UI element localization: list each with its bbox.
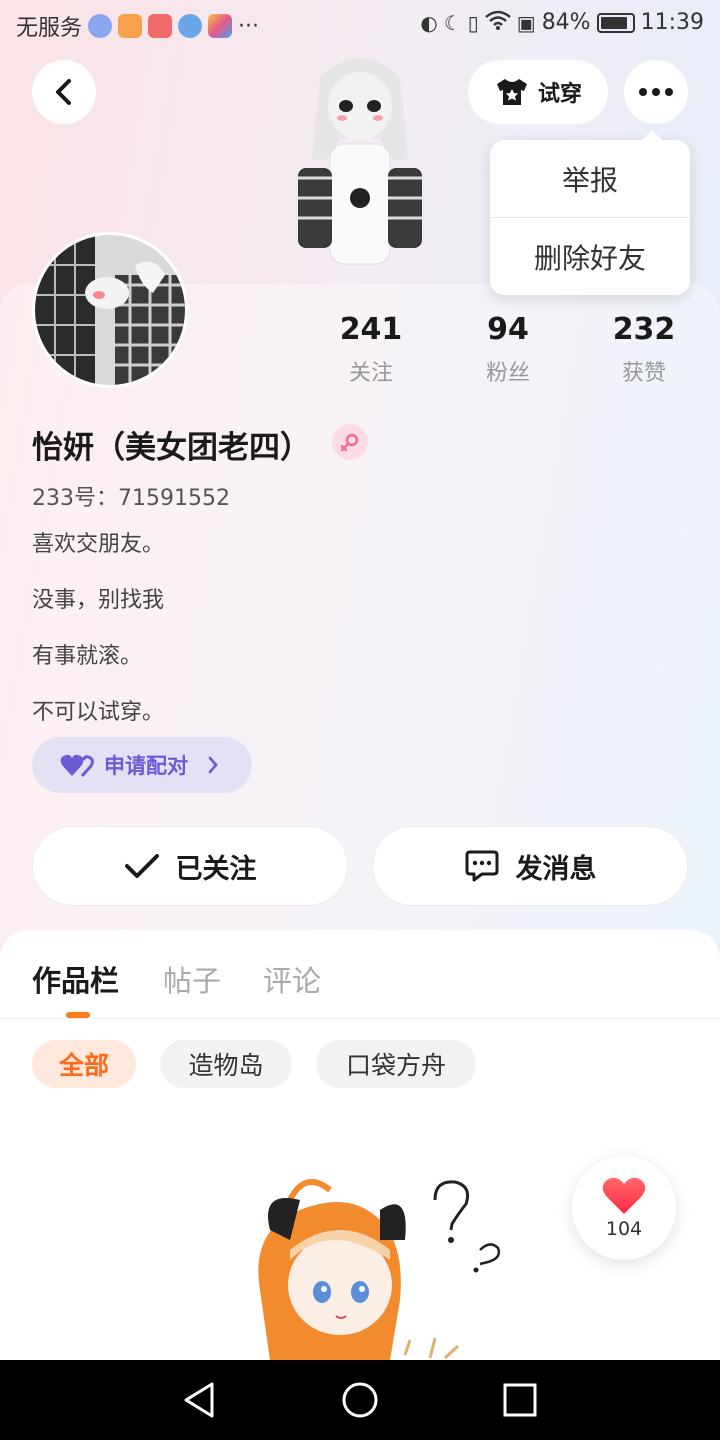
battery-icon [596, 12, 635, 33]
tshirt-icon [496, 79, 527, 105]
menu-item-report[interactable]: 举报 [490, 140, 690, 217]
followers-label: 粉丝 [485, 361, 530, 386]
female-gender-icon [332, 424, 368, 460]
sim-alert-icon: ▣ [516, 10, 536, 35]
empty-state-illustration [258, 1179, 501, 1360]
following-label: 关注 [348, 361, 393, 386]
clock: 11:39 [640, 10, 704, 35]
heart-icon [602, 1177, 646, 1214]
request-pair-button[interactable]: 申请配对 [32, 737, 252, 793]
filter-pocket-ark[interactable]: 口袋方舟 [316, 1040, 476, 1088]
gallery-app-icon [208, 14, 233, 38]
browser-app-icon [178, 14, 203, 38]
tab-works[interactable]: 作品栏 [32, 958, 119, 1000]
request-pair-label: 申请配对 [104, 754, 188, 778]
avatar[interactable] [32, 232, 188, 388]
avatar-image [35, 235, 185, 385]
carrier-text: 无服务 [16, 16, 83, 41]
chevron-right-icon [208, 756, 218, 774]
bio-line: 喜欢交朋友。 [32, 532, 165, 557]
more-notifications-icon: ··· [238, 13, 259, 39]
vibrate-icon: ▯ [467, 10, 479, 35]
filter-creation-island[interactable]: 造物岛 [160, 1040, 292, 1088]
followers-stat[interactable]: 94 粉丝 [448, 312, 568, 387]
music-app-icon [88, 14, 113, 38]
moon-icon: ☾ [443, 10, 462, 35]
like-count: 104 [605, 1218, 643, 1240]
try-on-button[interactable]: 试穿 [468, 60, 608, 124]
bio-line: 有事就滚。 [32, 644, 143, 669]
tab-divider [0, 1018, 720, 1019]
tab-comments[interactable]: 评论 [263, 958, 321, 1000]
back-button[interactable] [32, 60, 96, 124]
profile-name: 怡妍（美女团老四） [32, 430, 311, 466]
chevron-left-icon [56, 79, 71, 105]
filter-all[interactable]: 全部 [32, 1040, 136, 1088]
battery-percent: 84% [541, 10, 591, 35]
tab-posts[interactable]: 帖子 [163, 958, 221, 1000]
nav-back-icon[interactable] [180, 1380, 220, 1420]
likes-label: 获赞 [621, 361, 666, 386]
double-heart-icon [60, 754, 94, 778]
nav-recents-icon[interactable] [500, 1380, 540, 1420]
more-options-button[interactable] [624, 60, 688, 124]
data-saver-icon: ◐ [420, 10, 438, 35]
send-message-button[interactable]: 发消息 [372, 826, 688, 906]
menu-item-delete-friend[interactable]: 删除好友 [490, 218, 690, 295]
checkmark-icon [124, 854, 159, 878]
status-bar: 无服务 ··· ◐ ☾ ▯ ▣ 84% 11:39 [0, 0, 720, 50]
more-options-menu: 举报 删除好友 [490, 130, 690, 295]
followers-count: 94 [487, 312, 529, 347]
video-app-icon [118, 14, 143, 38]
bio-line: 不可以试穿。 [32, 700, 165, 725]
following-count: 241 [339, 312, 403, 347]
user-id: 233号：71591552 [32, 486, 230, 511]
following-stat[interactable]: 241 关注 [311, 312, 431, 387]
nav-home-icon[interactable] [340, 1380, 380, 1420]
wifi-icon [485, 10, 511, 35]
avatar-3d-figure [298, 58, 422, 265]
chat-bubble-icon [465, 850, 498, 882]
bio-line: 没事，别找我 [32, 588, 165, 613]
like-button[interactable]: 104 [572, 1156, 676, 1260]
likes-stat[interactable]: 232 获赞 [584, 312, 704, 387]
shop-app-icon [148, 14, 173, 38]
try-on-label: 试穿 [537, 82, 582, 107]
followed-label: 已关注 [175, 853, 257, 885]
more-dots-icon [639, 88, 647, 96]
followed-button[interactable]: 已关注 [32, 826, 348, 906]
send-message-label: 发消息 [515, 853, 597, 885]
likes-count: 232 [612, 312, 676, 347]
